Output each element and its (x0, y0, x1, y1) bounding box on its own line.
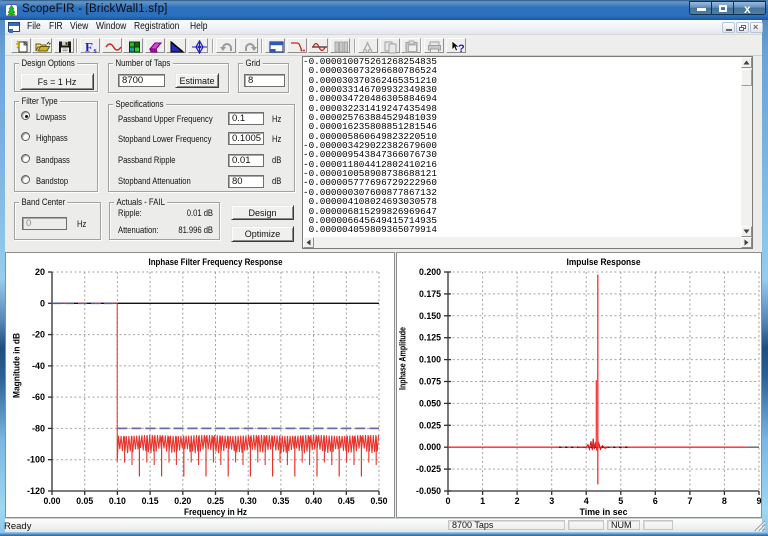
svg-text:0.200: 0.200 (419, 267, 441, 277)
svg-text:-120: -120 (27, 486, 45, 496)
svg-text:Inphase Filter Frequency Respo: Inphase Filter Frequency Response (149, 257, 283, 268)
svg-text:9: 9 (756, 496, 761, 506)
svg-text:0.10: 0.10 (109, 496, 126, 506)
svg-text:7: 7 (687, 496, 692, 506)
svg-text:Inphase Amplitude: Inphase Amplitude (398, 327, 409, 390)
svg-text:-60: -60 (32, 392, 45, 402)
svg-text:2: 2 (515, 496, 520, 506)
svg-text:1: 1 (480, 496, 485, 506)
svg-text:F: F (85, 40, 93, 54)
svg-text:8: 8 (722, 496, 727, 506)
svg-text:0.00: 0.00 (44, 496, 61, 506)
svg-text:0.30: 0.30 (240, 496, 257, 506)
svg-text:0.050: 0.050 (419, 398, 441, 408)
svg-text:Magnitude in dB: Magnitude in dB (12, 333, 23, 398)
svg-text:5: 5 (618, 496, 623, 506)
svg-text:20: 20 (35, 267, 45, 277)
svg-text:Impulse Response: Impulse Response (567, 257, 641, 268)
svg-text:-80: -80 (32, 423, 45, 433)
svg-text:Time in sec: Time in sec (580, 507, 628, 517)
svg-text:0.40: 0.40 (305, 496, 322, 506)
svg-text:0.175: 0.175 (419, 289, 441, 299)
svg-text:-0.025: -0.025 (416, 464, 441, 474)
svg-text:0.15: 0.15 (142, 496, 159, 506)
svg-text:-0.050: -0.050 (416, 486, 441, 496)
svg-text:0.05: 0.05 (76, 496, 93, 506)
svg-text:?: ? (458, 43, 465, 54)
svg-text:0: 0 (40, 298, 45, 308)
svg-text:0.45: 0.45 (338, 496, 355, 506)
svg-text:0.100: 0.100 (419, 355, 441, 365)
svg-text:4: 4 (584, 496, 589, 506)
svg-text:Frequency in Hz: Frequency in Hz (184, 507, 247, 517)
svg-text:0.35: 0.35 (272, 496, 289, 506)
svg-text:0.50: 0.50 (371, 496, 388, 506)
svg-text:-40: -40 (32, 361, 45, 371)
svg-text:0.125: 0.125 (419, 333, 441, 343)
svg-text:0.150: 0.150 (419, 311, 441, 321)
svg-text:3: 3 (549, 496, 554, 506)
svg-text:-100: -100 (27, 455, 45, 465)
svg-text:0: 0 (445, 496, 450, 506)
svg-text:s: s (94, 46, 97, 54)
svg-text:0.075: 0.075 (419, 377, 441, 387)
svg-text:0.000: 0.000 (419, 442, 441, 452)
svg-text:-20: -20 (32, 330, 45, 340)
svg-text:6: 6 (653, 496, 658, 506)
svg-text:0.20: 0.20 (174, 496, 191, 506)
svg-text:0.025: 0.025 (419, 420, 441, 430)
svg-text:0.25: 0.25 (207, 496, 224, 506)
